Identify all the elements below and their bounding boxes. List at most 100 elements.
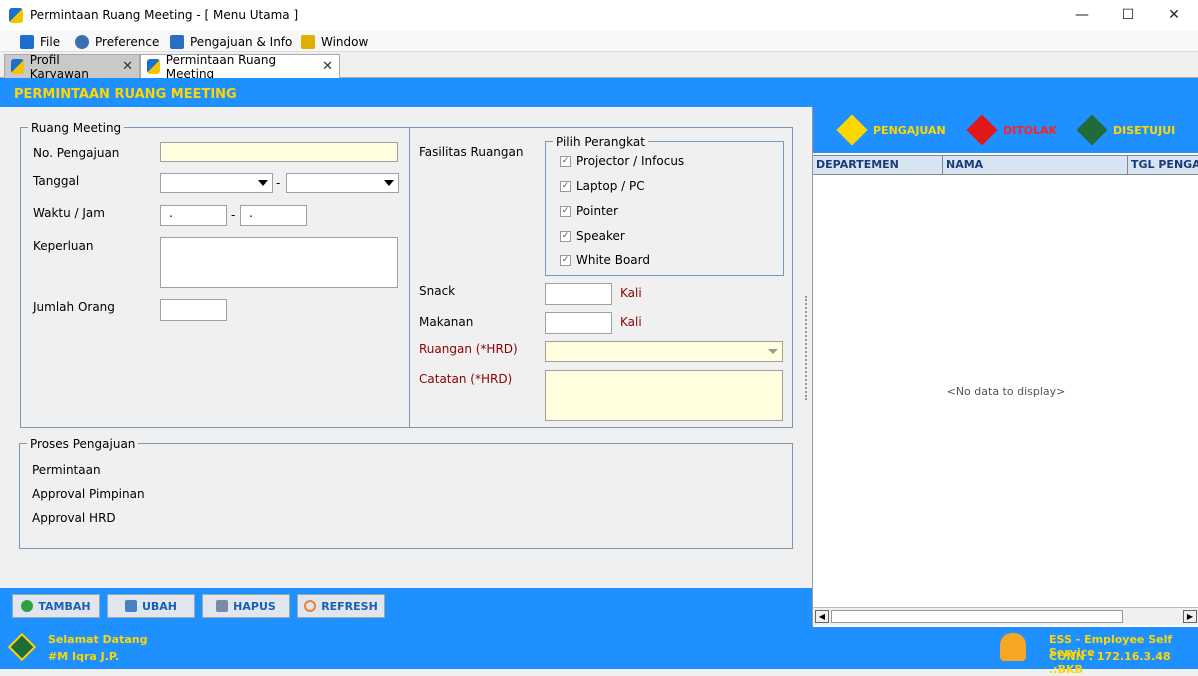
status-disetujui[interactable]: DISETUJUI (1076, 114, 1175, 146)
group-ruang-meeting-title: Ruang Meeting (28, 121, 125, 135)
group-pilih-perangkat-title: Pilih Perangkat (553, 135, 648, 149)
makanan-input[interactable] (545, 312, 612, 334)
hapus-button[interactable]: HAPUS (202, 594, 290, 618)
status-pengajuan[interactable]: PENGAJUAN (836, 114, 946, 146)
edit-icon (124, 600, 137, 612)
proses-approval-pimpinan: Approval Pimpinan (32, 487, 145, 501)
company-logo-icon (7, 632, 37, 662)
makanan-unit: Kali (620, 315, 642, 329)
document-edit-icon (170, 35, 184, 49)
menu-pengajuan-label: Pengajuan & Info (190, 35, 293, 49)
grid-header: DEPARTEMEN NAMA TGL PENGAJ (813, 155, 1198, 175)
scroll-left-icon[interactable]: ◀ (815, 610, 829, 623)
checkbox-label: Speaker (576, 229, 625, 243)
chevron-down-icon (258, 180, 268, 186)
minimize-icon[interactable]: — (1062, 4, 1102, 26)
checkbox-pointer[interactable]: ✓ Pointer (560, 204, 618, 218)
status-ditolak-label: DITOLAK (1003, 123, 1058, 137)
refresh-label: REFRESH (321, 599, 378, 613)
menu-pengajuan-info[interactable]: Pengajuan & Info (170, 33, 292, 51)
group-proses-title: Proses Pengajuan (27, 437, 139, 451)
refresh-button[interactable]: REFRESH (297, 594, 385, 618)
snack-input[interactable] (545, 283, 612, 305)
column-departemen[interactable]: DEPARTEMEN (813, 156, 943, 174)
request-list-panel: PENGAJUAN DITOLAK DISETUJUI DEPARTEMEN N… (812, 107, 1198, 627)
tab-label: Profil Karyawan (29, 52, 89, 81)
proses-approval-hrd: Approval HRD (32, 511, 116, 525)
label-fasilitas-ruangan: Fasilitas Ruangan (419, 145, 524, 159)
close-icon[interactable]: ✕ (1154, 4, 1194, 26)
label-no-pengajuan: No. Pengajuan (33, 146, 120, 160)
trash-icon (216, 600, 229, 612)
menu-preference[interactable]: Preference (75, 33, 159, 51)
app-icon (147, 59, 160, 74)
scrollbar-thumb[interactable] (831, 610, 1123, 623)
label-keperluan: Keperluan (33, 239, 94, 253)
jumlah-orang-input[interactable] (160, 299, 227, 321)
title-bar: Permintaan Ruang Meeting - [ Menu Utama … (0, 0, 1198, 31)
label-catatan-hrd: Catatan (*HRD) (419, 372, 513, 386)
column-tgl-pengajuan[interactable]: TGL PENGAJ (1128, 156, 1198, 174)
label-tanggal: Tanggal (33, 174, 80, 188)
tanggal-dash: - (276, 176, 281, 190)
status-legend: PENGAJUAN DITOLAK DISETUJUI (813, 107, 1198, 153)
horizontal-scrollbar[interactable]: ◀ ▶ (813, 607, 1198, 625)
snack-unit: Kali (620, 286, 642, 300)
scroll-right-icon[interactable]: ▶ (1183, 610, 1197, 623)
tab-permintaan-ruang-meeting[interactable]: Permintaan Ruang Meeting ✕ (140, 53, 340, 81)
panel-splitter[interactable] (805, 296, 809, 400)
reject-icon (966, 114, 998, 146)
maximize-icon[interactable]: ☐ (1108, 4, 1148, 26)
tanggal-start-select[interactable] (160, 173, 273, 193)
user-name: #M Iqra J.P. (48, 650, 120, 663)
keperluan-textarea[interactable] (160, 237, 398, 288)
label-snack: Snack (419, 284, 456, 298)
no-pengajuan-input[interactable] (160, 142, 398, 162)
label-makanan: Makanan (419, 315, 474, 329)
time-placeholder: . (249, 206, 253, 220)
ruangan-hrd-select[interactable] (545, 341, 783, 362)
chevron-down-icon (384, 180, 394, 186)
checkbox-label: Pointer (576, 204, 619, 218)
page-title: PERMINTAAN RUANG MEETING (14, 87, 237, 102)
waktu-start-input[interactable]: . (160, 205, 227, 226)
gear-icon (75, 35, 89, 49)
waktu-end-input[interactable]: . (240, 205, 307, 226)
status-pengajuan-label: PENGAJUAN (873, 123, 946, 137)
menu-bar: File Preference Pengajuan & Info Window (0, 31, 1198, 52)
label-waktu-jam: Waktu / Jam (33, 206, 105, 220)
tab-close-icon[interactable]: ✕ (122, 59, 133, 74)
status-footer: Selamat Datang #M Iqra J.P. ESS - Employ… (0, 627, 1198, 676)
checkbox-white-board[interactable]: ✓ White Board (560, 253, 650, 267)
pending-icon (836, 114, 868, 146)
menu-window[interactable]: Window (301, 33, 368, 51)
tab-close-icon[interactable]: ✕ (322, 59, 333, 74)
label-jumlah-orang: Jumlah Orang (33, 300, 115, 314)
notification-bell-icon[interactable] (1000, 633, 1026, 661)
ubah-label: UBAH (141, 599, 178, 613)
check-icon: ✓ (560, 205, 571, 217)
action-button-bar: TAMBAH UBAH HAPUS REFRESH (0, 588, 812, 627)
tab-profil-karyawan[interactable]: Profil Karyawan ✕ (4, 52, 140, 81)
checkbox-projector[interactable]: ✓ Projector / Infocus (560, 154, 684, 168)
form-panel: Ruang Meeting No. Pengajuan Tanggal - Wa… (0, 107, 812, 588)
checkbox-label: Projector / Infocus (576, 154, 685, 168)
check-icon: ✓ (560, 180, 571, 192)
tambah-button[interactable]: TAMBAH (12, 594, 100, 618)
time-placeholder: . (169, 206, 173, 220)
tanggal-end-select[interactable] (286, 173, 399, 193)
tab-bar: Profil Karyawan ✕ Permintaan Ruang Meeti… (0, 52, 1198, 81)
checkbox-laptop[interactable]: ✓ Laptop / PC (560, 179, 645, 193)
menu-file[interactable]: File (20, 33, 60, 51)
checkbox-speaker[interactable]: ✓ Speaker (560, 229, 625, 243)
ubah-button[interactable]: UBAH (107, 594, 195, 618)
column-nama[interactable]: NAMA (943, 156, 1128, 174)
catatan-hrd-textarea[interactable] (545, 370, 783, 421)
check-icon: ✓ (560, 230, 571, 242)
app-icon (9, 8, 23, 23)
checkbox-label: Laptop / PC (576, 179, 645, 193)
proses-permintaan: Permintaan (32, 463, 101, 477)
status-ditolak[interactable]: DITOLAK (966, 114, 1058, 146)
plus-icon (21, 600, 34, 612)
welcome-text: Selamat Datang (48, 633, 148, 646)
